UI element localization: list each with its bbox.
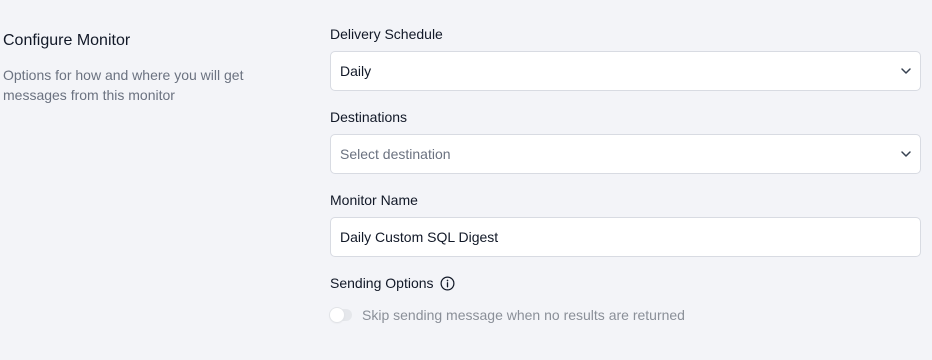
monitor-form: Delivery Schedule Daily Destinations Sel…: [330, 24, 921, 339]
delivery-schedule-group: Delivery Schedule Daily: [330, 24, 921, 91]
sending-options-label-row: Sending Options: [330, 273, 921, 293]
destinations-select[interactable]: Select destination: [330, 134, 921, 174]
configure-monitor-section: Configure Monitor Options for how and wh…: [3, 30, 303, 105]
monitor-name-group: Monitor Name Daily Custom SQL Digest: [330, 190, 921, 257]
skip-empty-toggle-label: Skip sending message when no results are…: [362, 307, 685, 323]
delivery-schedule-value: Daily: [340, 63, 372, 79]
monitor-name-label: Monitor Name: [330, 192, 418, 208]
sending-options-label: Sending Options: [330, 275, 434, 291]
sending-options-group: Sending Options Skip sending message whe…: [330, 273, 921, 323]
destinations-group: Destinations Select destination: [330, 107, 921, 174]
chevron-down-icon: [900, 148, 912, 160]
destinations-placeholder: Select destination: [340, 146, 451, 162]
chevron-down-icon: [900, 65, 912, 77]
skip-empty-toggle-row: Skip sending message when no results are…: [330, 307, 921, 323]
toggle-knob: [330, 308, 344, 322]
monitor-name-input[interactable]: Daily Custom SQL Digest: [330, 217, 921, 257]
section-description: Options for how and where you will get m…: [3, 67, 244, 103]
monitor-name-value: Daily Custom SQL Digest: [340, 229, 499, 245]
section-title: Configure Monitor: [3, 32, 131, 49]
delivery-schedule-select[interactable]: Daily: [330, 51, 921, 91]
info-icon[interactable]: [440, 276, 455, 291]
skip-empty-toggle[interactable]: [330, 308, 352, 322]
delivery-schedule-label: Delivery Schedule: [330, 26, 443, 42]
destinations-label: Destinations: [330, 109, 408, 125]
